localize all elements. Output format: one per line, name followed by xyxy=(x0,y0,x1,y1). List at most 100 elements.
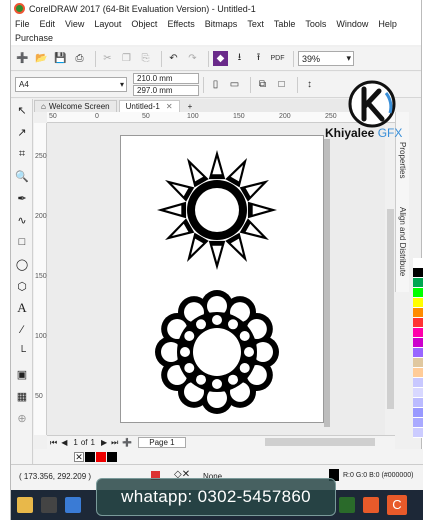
palette-swatch[interactable] xyxy=(413,258,423,268)
new-document-icon[interactable]: ➕ xyxy=(15,51,30,66)
open-folder-icon[interactable]: 📂 xyxy=(34,51,49,66)
palette-swatch[interactable] xyxy=(413,268,423,278)
last-page-icon[interactable]: ⏭ xyxy=(111,438,118,448)
vertical-scrollbar[interactable] xyxy=(385,123,395,435)
palette-swatch[interactable] xyxy=(413,288,423,298)
text-tool-icon[interactable]: A xyxy=(11,297,33,319)
search-content-icon[interactable]: ◆ xyxy=(213,51,228,66)
menu-layout[interactable]: Layout xyxy=(94,19,121,29)
export-icon[interactable]: ⭱ xyxy=(251,51,266,66)
tab-welcome-screen[interactable]: ⌂ Welcome Screen xyxy=(34,100,117,112)
swatch-black[interactable] xyxy=(85,451,95,462)
palette-swatch[interactable] xyxy=(413,358,423,368)
landscape-orientation-icon[interactable]: ▭ xyxy=(227,77,242,92)
mail-icon[interactable] xyxy=(65,497,81,513)
palette-swatch[interactable] xyxy=(413,408,423,418)
store-icon[interactable] xyxy=(41,497,57,513)
menu-purchase[interactable]: Purchase xyxy=(15,33,53,43)
menu-tools[interactable]: Tools xyxy=(305,19,326,29)
connector-tool-icon[interactable]: └ xyxy=(11,341,33,363)
page-size-select[interactable]: A4 ▾ xyxy=(15,77,127,92)
page-1-tab[interactable]: Page 1 xyxy=(138,437,186,448)
cut-icon[interactable]: ✂ xyxy=(100,51,115,66)
docker-tab-properties[interactable]: Properties xyxy=(398,142,407,178)
swatch-black[interactable] xyxy=(107,451,117,462)
paste-icon[interactable]: ⎘ xyxy=(138,51,153,66)
menu-bitmaps[interactable]: Bitmaps xyxy=(205,19,238,29)
drop-shadow-tool-icon[interactable]: ▣ xyxy=(11,363,33,385)
close-icon[interactable]: ✕ xyxy=(166,102,173,111)
vertical-ruler[interactable]: 250 200 150 100 50 xyxy=(34,123,47,435)
drawing-canvas[interactable] xyxy=(47,123,385,435)
menu-help[interactable]: Help xyxy=(378,19,397,29)
mandala-flower-shape[interactable] xyxy=(155,290,279,414)
file-explorer-icon[interactable] xyxy=(17,497,33,513)
transparency-tool-icon[interactable]: ▦ xyxy=(11,385,33,407)
add-tab-button[interactable]: + xyxy=(182,100,199,112)
freehand-tool-icon[interactable]: ✒ xyxy=(11,187,33,209)
palette-swatch[interactable] xyxy=(413,428,423,438)
redo-icon[interactable]: ↷ xyxy=(185,51,200,66)
rectangle-tool-icon[interactable]: □ xyxy=(11,231,33,253)
app-icon[interactable] xyxy=(363,497,379,513)
menu-object[interactable]: Object xyxy=(131,19,157,29)
menu-effects[interactable]: Effects xyxy=(167,19,194,29)
tab-untitled-1[interactable]: Untitled-1 ✕ xyxy=(118,100,180,112)
artistic-media-tool-icon[interactable]: ∿ xyxy=(11,209,33,231)
menu-text[interactable]: Text xyxy=(247,19,264,29)
menu-table[interactable]: Table xyxy=(274,19,296,29)
horizontal-ruler[interactable]: 50 0 50 100 150 200 250 xyxy=(47,112,395,123)
palette-swatch[interactable] xyxy=(413,368,423,378)
menu-file[interactable]: File xyxy=(15,19,30,29)
vertical-scroll-thumb[interactable] xyxy=(387,209,394,409)
save-icon[interactable]: 💾 xyxy=(53,51,68,66)
pick-tool-icon[interactable]: ↖ xyxy=(11,99,33,121)
palette-swatch[interactable] xyxy=(413,298,423,308)
document-page[interactable] xyxy=(120,135,324,423)
menu-edit[interactable]: Edit xyxy=(40,19,56,29)
add-page-icon[interactable]: ➕ xyxy=(122,438,132,447)
swatch-red[interactable] xyxy=(96,451,106,462)
copy-icon[interactable]: ❐ xyxy=(119,51,134,66)
polygon-tool-icon[interactable]: ⬡ xyxy=(11,275,33,297)
shape-tool-icon[interactable]: ↗ xyxy=(11,121,33,143)
current-page-icon[interactable]: □ xyxy=(274,77,289,92)
next-page-icon[interactable]: ▶ xyxy=(101,438,107,447)
palette-swatch[interactable] xyxy=(413,278,423,288)
palette-swatch[interactable] xyxy=(413,338,423,348)
coreldraw-taskbar-icon[interactable]: C xyxy=(387,495,407,515)
first-page-icon[interactable]: ⏮ xyxy=(50,438,57,448)
app-icon[interactable] xyxy=(339,497,355,513)
palette-swatch[interactable] xyxy=(413,388,423,398)
palette-swatch[interactable] xyxy=(413,348,423,358)
horizontal-scrollbar[interactable] xyxy=(265,438,375,446)
no-color-swatch[interactable]: ✕ xyxy=(74,451,84,462)
palette-swatch[interactable] xyxy=(413,398,423,408)
toolbar-separator xyxy=(297,76,298,93)
add-tool-icon[interactable]: ⊕ xyxy=(11,407,33,429)
undo-icon[interactable]: ↶ xyxy=(166,51,181,66)
crop-tool-icon[interactable]: ⌗ xyxy=(11,143,33,165)
palette-swatch[interactable] xyxy=(413,318,423,328)
zoom-tool-icon[interactable]: 🔍 xyxy=(11,165,33,187)
print-icon[interactable]: ⎙ xyxy=(72,51,87,66)
docker-tab-align-distribute[interactable]: Align and Distribute xyxy=(398,207,407,276)
publish-pdf-icon[interactable]: PDF xyxy=(270,51,285,66)
palette-swatch[interactable] xyxy=(413,418,423,428)
page-width-field[interactable]: 210.0 mm xyxy=(133,72,199,84)
page-height-field[interactable]: 297.0 mm xyxy=(133,84,199,96)
palette-swatch[interactable] xyxy=(413,328,423,338)
all-pages-icon[interactable]: ⧉ xyxy=(255,77,270,92)
menu-window[interactable]: Window xyxy=(336,19,368,29)
mandala-star-shape[interactable] xyxy=(157,150,277,270)
previous-page-icon[interactable]: ◀ xyxy=(61,438,67,447)
ellipse-tool-icon[interactable]: ◯ xyxy=(11,253,33,275)
units-icon[interactable]: ↕ xyxy=(302,77,317,92)
import-icon[interactable]: ⭳ xyxy=(232,51,247,66)
palette-swatch[interactable] xyxy=(413,378,423,388)
menu-view[interactable]: View xyxy=(65,19,84,29)
zoom-level-select[interactable]: 39% ▾ xyxy=(298,51,354,66)
parallel-dimension-tool-icon[interactable]: ∕ xyxy=(11,319,33,341)
portrait-orientation-icon[interactable]: ▯ xyxy=(208,77,223,92)
palette-swatch[interactable] xyxy=(413,308,423,318)
